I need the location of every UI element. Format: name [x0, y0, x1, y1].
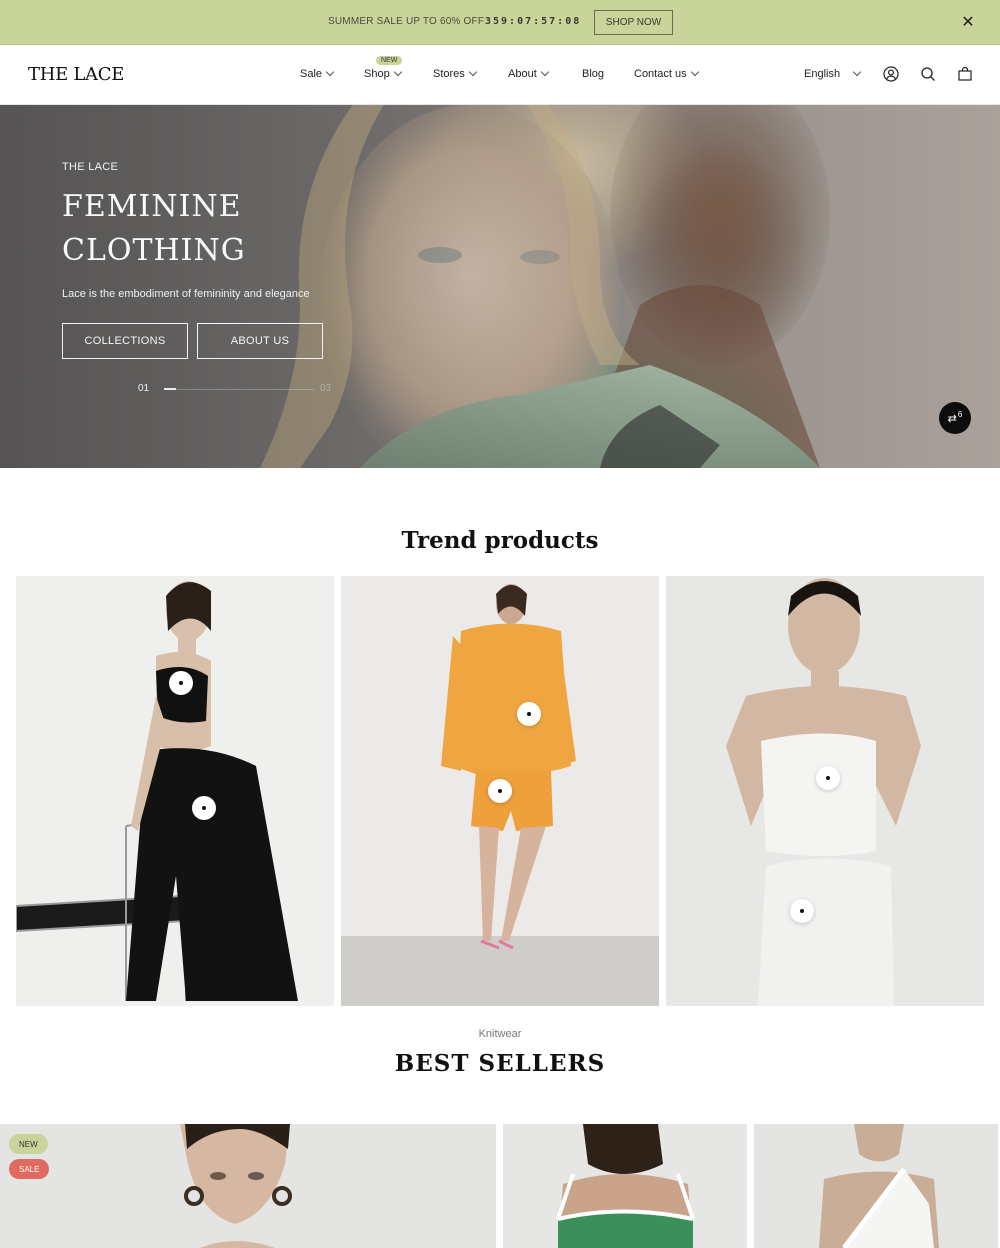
- cart-icon[interactable]: [957, 66, 973, 82]
- section-title-trend: Trend products: [401, 527, 599, 554]
- compare-count: 6: [957, 409, 963, 419]
- slide-current: 01: [138, 383, 150, 394]
- nav-item-shop[interactable]: Shop: [364, 67, 402, 80]
- search-icon[interactable]: [920, 66, 936, 82]
- badge-sale: SALE: [9, 1159, 50, 1179]
- chevron-down-icon: [690, 67, 699, 77]
- nav-item-about[interactable]: About: [508, 67, 549, 80]
- trend-card[interactable]: [16, 576, 334, 1006]
- hero-overlay: [0, 105, 1000, 468]
- section-title-best-sellers: BEST SELLERS: [394, 1050, 606, 1077]
- nav-item-sale[interactable]: Sale: [300, 67, 335, 80]
- account-icon[interactable]: [883, 66, 899, 82]
- chevron-down-icon: [852, 67, 862, 77]
- nav-item-blog[interactable]: Blog: [582, 68, 604, 80]
- badge-new: NEW: [9, 1134, 48, 1154]
- product-image: [503, 1124, 747, 1248]
- hero-title: FEMININE CLOTHING: [62, 189, 246, 268]
- language-selector[interactable]: English: [804, 67, 862, 80]
- nav-item-contact[interactable]: Contact us: [634, 67, 699, 80]
- product-hotspot[interactable]: [169, 671, 193, 695]
- announcement-bar: SUMMER SALE UP TO 60% OFF 359:07:57:08 S…: [0, 0, 1000, 45]
- hero-banner: THE LACE FEMININE CLOTHING Lace is the e…: [0, 105, 1000, 468]
- trend-card[interactable]: [341, 576, 659, 1006]
- best-seller-card[interactable]: [503, 1124, 747, 1248]
- trend-card[interactable]: [666, 576, 984, 1006]
- compare-arrows-icon: ⇄: [947, 412, 957, 425]
- slide-progress-track: [164, 389, 314, 390]
- product-hotspot[interactable]: [790, 899, 814, 923]
- site-header: THE LACE Sale NEW Shop Stores About Blog…: [0, 45, 1000, 105]
- compare-button[interactable]: ⇄ 6: [939, 402, 971, 434]
- product-image: [666, 576, 984, 1006]
- collections-button[interactable]: COLLECTIONS: [62, 323, 188, 359]
- nav-item-label: Shop: [364, 68, 390, 80]
- slide-total: 03: [320, 383, 332, 394]
- slide-progress-fill: [164, 388, 176, 390]
- language-label: English: [804, 68, 841, 80]
- product-hotspot[interactable]: [816, 766, 840, 790]
- best-sellers-eyebrow: Knitwear: [478, 1028, 522, 1040]
- best-seller-card[interactable]: [754, 1124, 998, 1248]
- product-image: [0, 1124, 496, 1248]
- nav-item-stores[interactable]: Stores: [433, 67, 478, 80]
- close-icon[interactable]: ✕: [960, 13, 976, 31]
- product-hotspot[interactable]: [488, 779, 512, 803]
- nav-item-label: Contact us: [634, 68, 687, 80]
- shop-now-button[interactable]: SHOP NOW: [594, 10, 673, 35]
- chevron-down-icon: [393, 67, 402, 77]
- new-badge: NEW: [376, 56, 403, 65]
- chevron-down-icon: [468, 67, 478, 77]
- hero-eyebrow: THE LACE: [62, 161, 119, 173]
- nav-item-label: About: [508, 68, 537, 80]
- product-image: [16, 576, 334, 1006]
- hero-subtitle: Lace is the embodiment of femininity and…: [62, 288, 310, 300]
- about-us-button[interactable]: ABOUT US: [197, 323, 323, 359]
- announcement-text: SUMMER SALE UP TO 60% OFF: [328, 16, 485, 27]
- nav-item-label: Sale: [300, 68, 323, 80]
- nav-item-label: Stores: [433, 68, 465, 80]
- best-seller-card[interactable]: NEW SALE: [0, 1124, 496, 1248]
- chevron-down-icon: [325, 67, 335, 77]
- product-image: [754, 1124, 998, 1248]
- nav-item-label: Blog: [582, 68, 605, 80]
- slide-pagination[interactable]: 01 03: [138, 383, 338, 397]
- sale-countdown: 359:07:57:08: [485, 16, 582, 27]
- product-hotspot[interactable]: [192, 796, 216, 820]
- chevron-down-icon: [540, 67, 549, 77]
- product-hotspot[interactable]: [517, 702, 541, 726]
